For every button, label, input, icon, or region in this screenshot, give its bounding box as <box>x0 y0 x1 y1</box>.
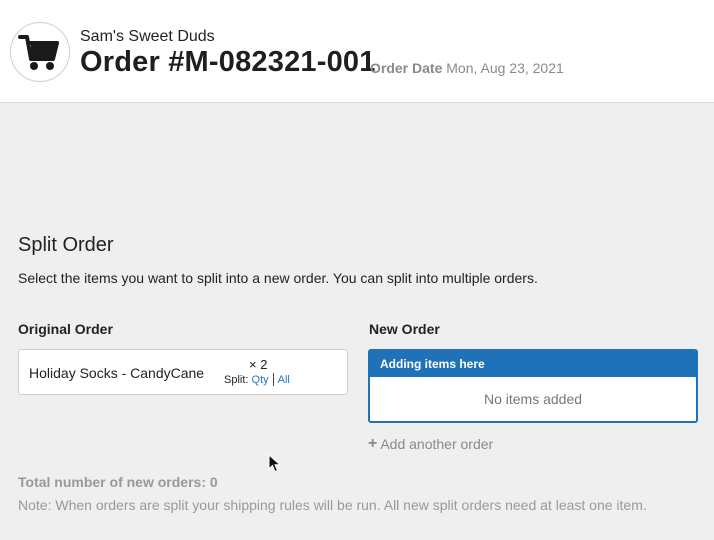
split-controls: Split: Qty All <box>224 373 290 386</box>
order-title: Order #M-082321-001 <box>80 46 376 78</box>
original-order-heading: Original Order <box>18 321 113 337</box>
split-label: Split: <box>224 373 249 386</box>
split-order-description: Select the items you want to split into … <box>18 270 538 286</box>
plus-icon: + <box>368 435 378 452</box>
add-another-order-label: Add another order <box>380 436 494 452</box>
order-date-label: Order Date <box>370 60 443 76</box>
split-all-link[interactable]: All <box>278 374 290 386</box>
split-qty-link[interactable]: Qty <box>252 374 269 386</box>
new-order-dropzone[interactable]: Adding items here No items added <box>368 349 698 423</box>
order-date: Order Date Mon, Aug 23, 2021 <box>370 60 564 76</box>
add-another-order-button[interactable]: + Add another order <box>368 435 493 453</box>
mouse-cursor-icon <box>268 454 282 473</box>
split-order-title: Split Order <box>18 234 114 256</box>
total-new-orders: Total number of new orders: 0 <box>18 474 218 490</box>
shopping-cart-icon <box>18 35 59 70</box>
store-name: Sam's Sweet Duds <box>80 28 215 45</box>
new-order-heading: New Order <box>369 321 440 337</box>
item-name: Holiday Socks - CandyCane <box>29 365 205 381</box>
split-note: Note: When orders are split your shippin… <box>18 497 647 513</box>
item-quantity: × 2 <box>249 357 268 372</box>
page-header: Sam's Sweet Duds Order #M-082321-001 Ord… <box>0 0 714 103</box>
store-logo <box>10 22 70 82</box>
original-order-item[interactable]: Holiday Socks - CandyCane × 2 Split: Qty… <box>18 349 348 395</box>
split-divider <box>272 373 274 386</box>
new-order-empty-text: No items added <box>483 391 583 407</box>
order-date-value: Mon, Aug 23, 2021 <box>446 60 564 76</box>
new-order-header: Adding items here <box>370 351 696 377</box>
